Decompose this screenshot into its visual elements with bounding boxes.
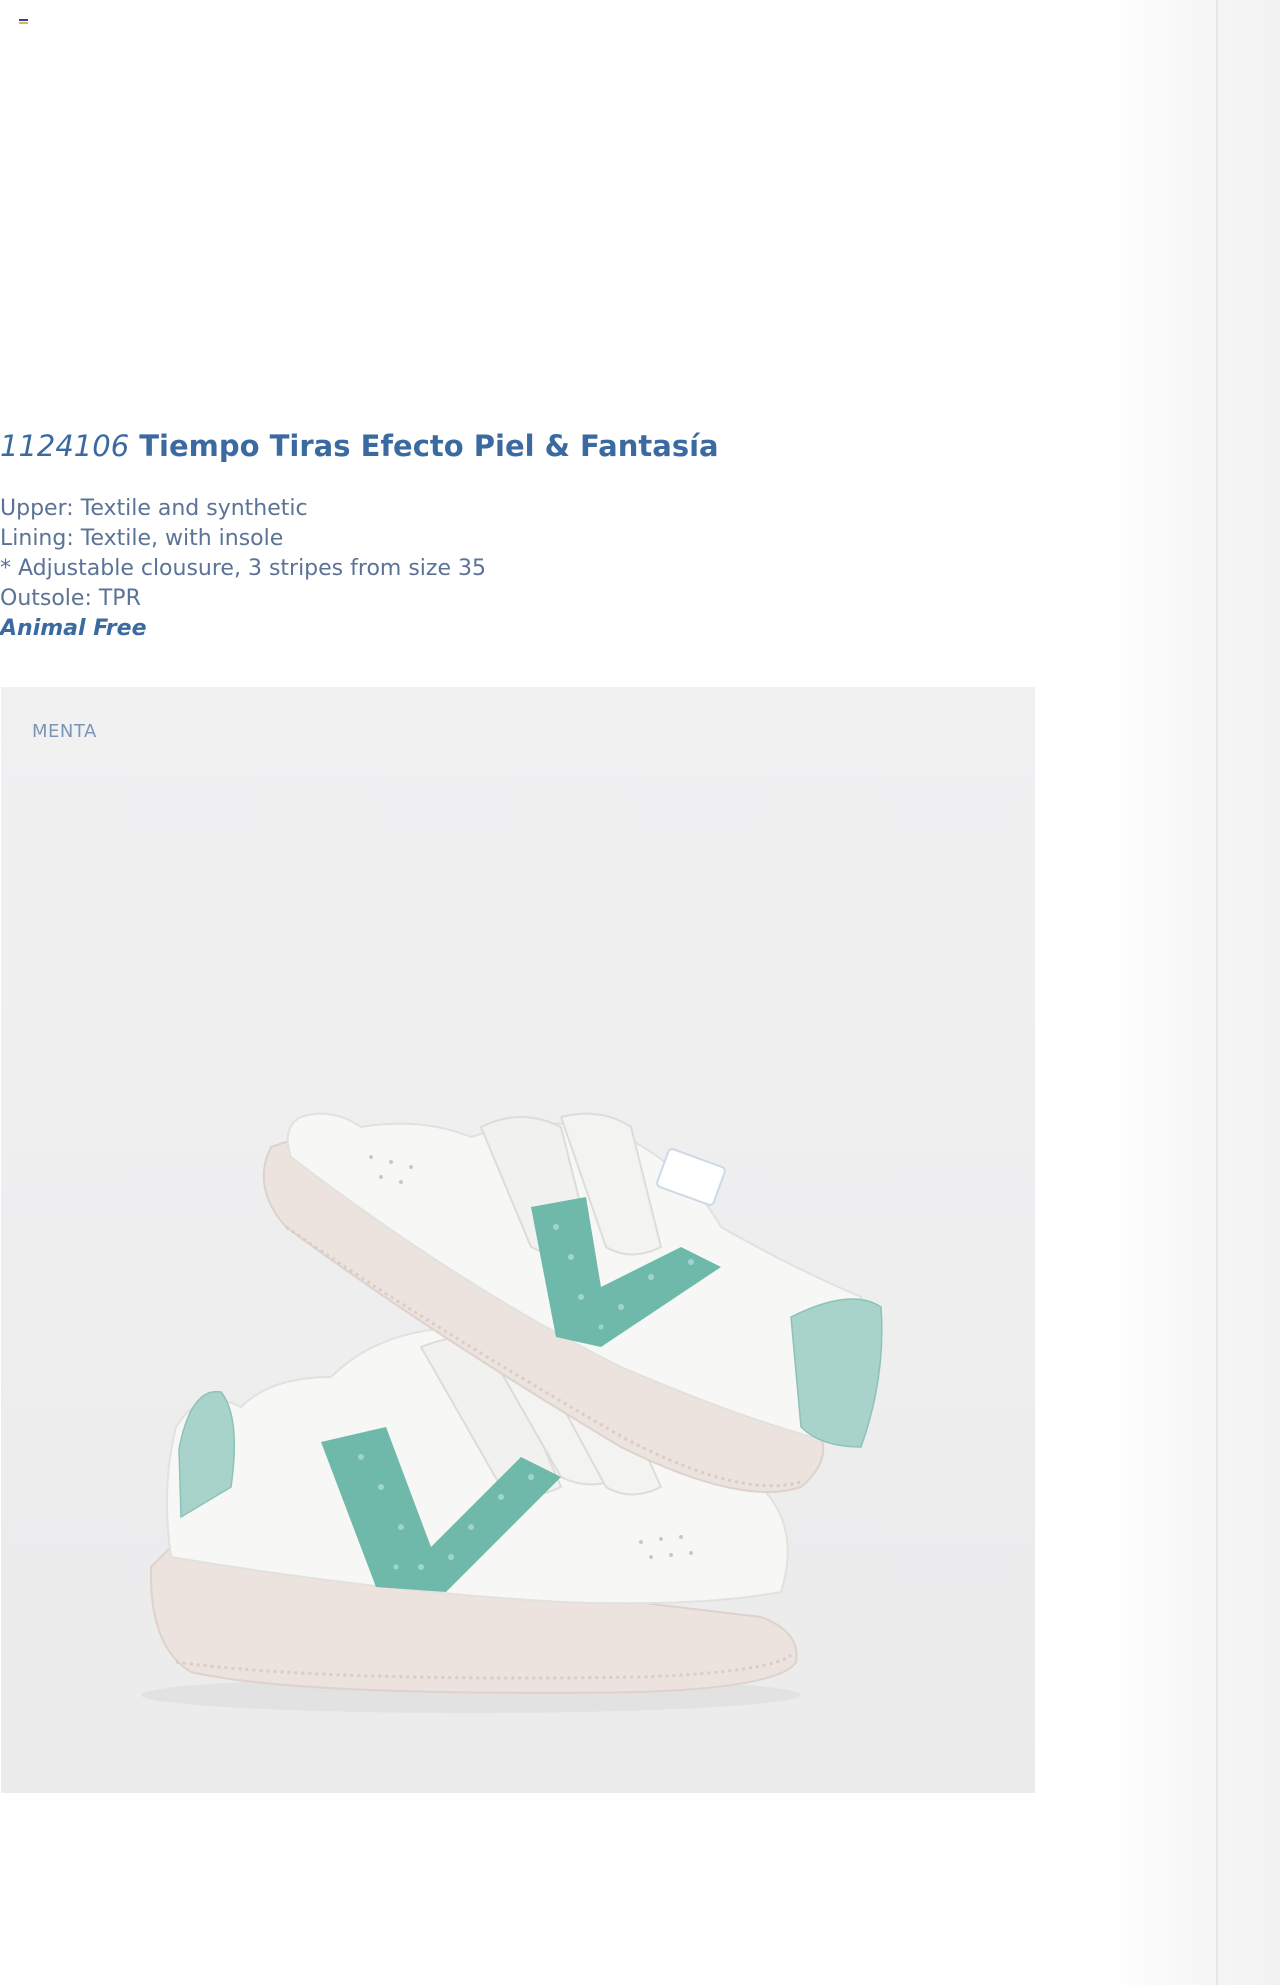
spec-lining: Lining: Textile, with insole [0,526,284,551]
product-title: 1124106 Tiempo Tiras Efecto Piel & Fanta… [0,428,719,464]
menu-icon[interactable] [19,19,28,27]
spec-upper: Upper: Textile and synthetic [0,496,308,521]
page-edge-divider [1216,0,1218,1985]
animal-free-badge: Animal Free [0,616,147,641]
spec-outsole: Outsole: TPR [0,586,141,611]
catalog-page: 1124106 Tiempo Tiras Efecto Piel & Fanta… [0,0,1280,1985]
product-name: Tiempo Tiras Efecto Piel & Fantasía [139,429,719,463]
product-code: 1124106 [0,429,130,463]
product-specs: Upper: Textile and synthetic Lining: Tex… [0,494,486,644]
product-image-card: MENTA [1,687,1035,1793]
spec-closure: * Adjustable clousure, 3 stripes from si… [0,556,486,581]
page-edge-shadow [1100,0,1280,1985]
sneakers-pair-image [141,1112,883,1713]
